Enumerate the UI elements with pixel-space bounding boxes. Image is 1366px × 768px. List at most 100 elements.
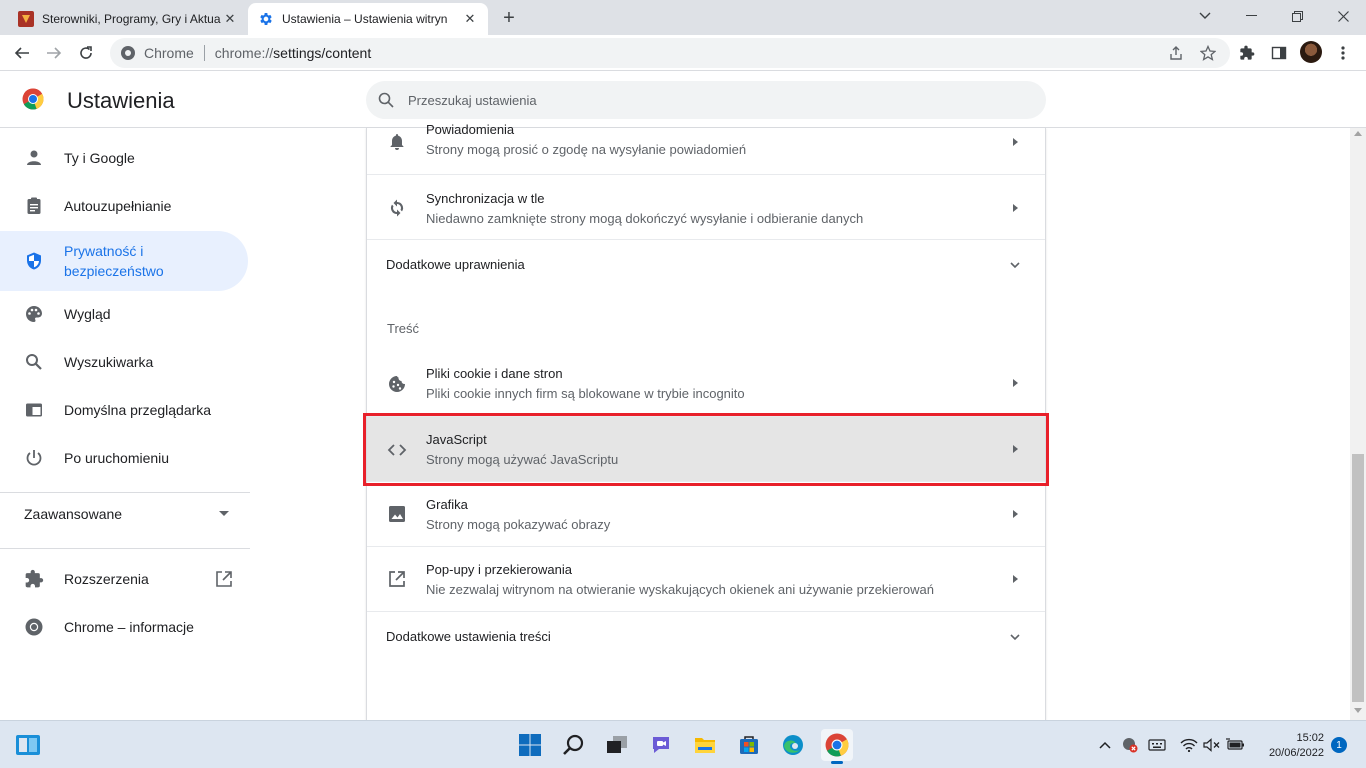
sidebar-item-default-browser[interactable]: Domyślna przeglądarka (0, 400, 248, 420)
clock-date: 20/06/2022 (1268, 747, 1324, 759)
edge-browser-icon[interactable] (777, 729, 809, 761)
system-clock[interactable]: 15:02 20/06/2022 (1258, 731, 1324, 761)
section-title-content: Treść (387, 321, 420, 336)
sidebar-item-label: Domyślna przeglądarka (64, 402, 212, 418)
scrollbar-thumb[interactable] (1352, 454, 1364, 702)
tray-app-error-icon[interactable] (1120, 735, 1140, 755)
new-tab-button[interactable]: + (498, 7, 520, 29)
notifications-row[interactable]: Powiadomienia Strony mogą prosić o zgodę… (367, 118, 1045, 174)
puzzle-icon (25, 569, 44, 588)
advanced-toggle[interactable]: Zaawansowane (24, 506, 122, 522)
row-title: Synchronizacja w tle (426, 191, 545, 206)
notification-badge[interactable]: 1 (1331, 737, 1347, 753)
sidebar-item-search-engine[interactable]: Wyszukiwarka (0, 352, 248, 372)
javascript-row[interactable]: JavaScript Strony mogą używać JavaScript… (367, 416, 1045, 481)
sidebar-item-on-startup[interactable]: Po uruchomieniu (0, 448, 248, 468)
sidebar-item-appearance[interactable]: Wygląd (0, 304, 248, 324)
row-title: Grafika (426, 497, 468, 512)
sidebar-item-about-chrome[interactable]: Chrome – informacje (0, 617, 248, 637)
background-sync-row[interactable]: Synchronizacja w tle Niedawno zamknięte … (367, 174, 1045, 239)
settings-search-input[interactable] (408, 92, 1008, 108)
cookie-icon (389, 376, 405, 392)
url-path: settings/content (273, 45, 372, 61)
arrow-right-icon (1013, 138, 1018, 146)
volume-muted-icon[interactable] (1202, 735, 1222, 755)
battery-charging-icon[interactable] (1226, 735, 1246, 755)
sidebar-item-privacy-security[interactable]: Prywatność i bezpieczeństwo (0, 231, 248, 291)
arrow-right-icon (1013, 445, 1018, 453)
images-row[interactable]: Grafika Strony mogą pokazywać obrazy (367, 481, 1045, 546)
caret-down-icon[interactable] (219, 511, 229, 516)
scroll-up-icon[interactable] (1354, 131, 1362, 136)
keyboard-icon[interactable] (1147, 735, 1167, 755)
close-window-icon[interactable] (1320, 0, 1366, 32)
microsoft-store-icon[interactable] (733, 729, 765, 761)
bell-icon (390, 134, 404, 150)
image-icon (389, 506, 405, 522)
sidebar-item-label: Autouzupełnianie (64, 198, 172, 214)
settings-search-box[interactable] (366, 81, 1046, 119)
sidebar-item-label: bezpieczeństwo (64, 263, 164, 279)
row-subtitle: Niedawno zamknięte strony mogą dokończyć… (426, 211, 864, 226)
row-title: Powiadomienia (426, 122, 515, 137)
row-subtitle: Pliki cookie innych firm są blokowane w … (426, 386, 745, 401)
back-arrow-icon[interactable] (8, 39, 36, 67)
settings-sidebar: Ty i Google Autouzupełnianie Prywatność … (0, 128, 250, 720)
tab-title: Sterowniki, Programy, Gry i Aktua (42, 12, 221, 26)
chrome-taskbar-icon[interactable] (821, 729, 853, 764)
power-icon (26, 450, 42, 466)
side-panel-icon[interactable] (1265, 39, 1293, 67)
omnibox-divider (203, 45, 205, 61)
chrome-site-icon[interactable] (120, 45, 136, 61)
cookies-row[interactable]: Pliki cookie i dane stron Pliki cookie i… (367, 351, 1045, 416)
widgets-icon[interactable] (12, 729, 44, 761)
search-icon (26, 354, 42, 370)
tab-ustawienia[interactable]: Ustawienia – Ustawienia witryn ✕ (248, 3, 488, 35)
tray-overflow-chevron-icon[interactable] (1095, 735, 1115, 755)
sidebar-item-label: Wygląd (64, 306, 111, 322)
tab-strip: Sterowniki, Programy, Gry i Aktua ✕ Usta… (0, 0, 1366, 35)
bookmark-star-icon[interactable] (1194, 39, 1222, 67)
task-view-icon[interactable] (601, 729, 633, 761)
taskbar-search-icon[interactable] (558, 729, 590, 761)
restore-icon[interactable] (1274, 0, 1320, 32)
additional-content-settings-row[interactable]: Dodatkowe ustawienia treści (367, 611, 1045, 661)
row-subtitle: Nie zezwalaj witrynom na otwieranie wysk… (426, 582, 934, 597)
chrome-icon (25, 618, 43, 636)
close-tab-icon[interactable]: ✕ (222, 11, 238, 27)
row-title: Dodatkowe ustawienia treści (386, 629, 551, 644)
sidebar-item-extensions[interactable]: Rozszerzenia (0, 569, 248, 589)
person-icon (27, 150, 41, 165)
tab-title: Ustawienia – Ustawienia witryn (282, 12, 448, 26)
profile-avatar[interactable] (1300, 41, 1322, 63)
sidebar-item-label: Wyszukiwarka (64, 354, 154, 370)
extensions-puzzle-icon[interactable] (1233, 39, 1261, 67)
share-icon[interactable] (1162, 39, 1190, 67)
reload-icon[interactable] (72, 39, 100, 67)
wifi-icon[interactable] (1179, 735, 1199, 755)
close-tab-icon[interactable]: ✕ (462, 11, 478, 27)
forward-arrow-icon[interactable] (40, 39, 68, 67)
scroll-down-icon[interactable] (1354, 708, 1362, 713)
chat-icon[interactable] (645, 729, 677, 761)
additional-permissions-row[interactable]: Dodatkowe uprawnienia (367, 239, 1045, 289)
sidebar-item-label: Rozszerzenia (64, 571, 149, 587)
site-favicon (18, 11, 34, 27)
sidebar-item-autofill[interactable]: Autouzupełnianie (0, 196, 248, 216)
minimize-icon[interactable] (1228, 0, 1274, 32)
popups-redirects-row[interactable]: Pop-upy i przekierowania Nie zezwalaj wi… (367, 546, 1045, 611)
open-in-new-icon (389, 571, 405, 587)
file-explorer-icon[interactable] (689, 729, 721, 761)
search-icon (378, 92, 394, 108)
address-bar[interactable]: Chrome chrome://settings/content (110, 38, 1230, 68)
tab-sterowniki[interactable]: Sterowniki, Programy, Gry i Aktua ✕ (8, 3, 248, 35)
sidebar-item-you-and-google[interactable]: Ty i Google (0, 148, 248, 168)
page-title: Ustawienia (67, 88, 175, 113)
open-in-new-icon[interactable] (215, 570, 233, 588)
tab-search-chevron-icon[interactable] (1182, 0, 1228, 32)
windows-start-icon[interactable] (514, 729, 546, 761)
sync-icon (390, 199, 404, 217)
menu-kebab-icon[interactable] (1329, 39, 1357, 67)
settings-gear-icon (258, 11, 274, 27)
browser-toolbar: Chrome chrome://settings/content (0, 35, 1366, 71)
